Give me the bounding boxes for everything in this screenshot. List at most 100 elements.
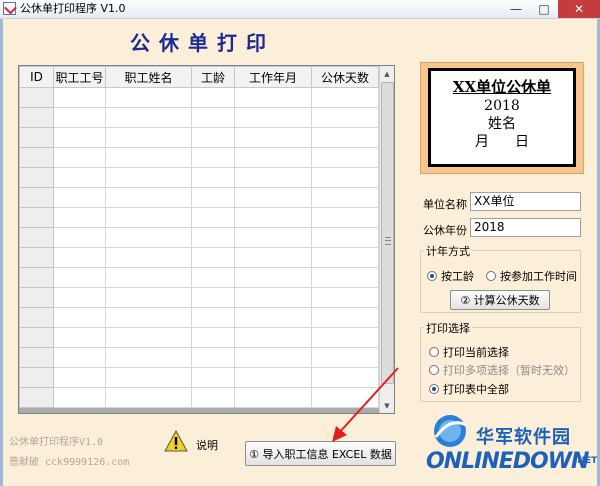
grid-cell[interactable] [234, 247, 312, 268]
grid-cell[interactable] [105, 147, 192, 168]
grid-cell[interactable] [105, 187, 192, 208]
grid-cell[interactable] [105, 207, 192, 228]
row-header-cell[interactable] [19, 247, 54, 268]
grid-cell[interactable] [311, 87, 379, 108]
row-header-cell[interactable] [19, 287, 54, 308]
grid-cell[interactable] [311, 167, 379, 188]
grid-cell[interactable] [53, 87, 106, 108]
grid-cell[interactable] [53, 347, 106, 368]
grid-cell[interactable] [234, 307, 312, 328]
table-row[interactable] [19, 87, 379, 108]
grid-cell[interactable] [234, 367, 312, 388]
grid-cell[interactable] [234, 227, 312, 248]
col-header-employee-name[interactable]: 职工姓名 [105, 66, 192, 88]
grid-cell[interactable] [311, 147, 379, 168]
leave-year-input[interactable]: 2018 [470, 218, 581, 237]
col-header-employee-no[interactable]: 职工工号 [53, 66, 106, 88]
row-header-cell[interactable] [19, 147, 54, 168]
table-row[interactable] [19, 327, 379, 348]
grid-cell[interactable] [105, 127, 192, 148]
grid-cell[interactable] [105, 247, 192, 268]
row-header-cell[interactable] [19, 167, 54, 188]
warning-icon[interactable] [164, 430, 188, 452]
grid-cell[interactable] [105, 107, 192, 128]
table-row[interactable] [19, 207, 379, 228]
row-header-cell[interactable] [19, 327, 54, 348]
grid-cell[interactable] [191, 387, 235, 408]
radio-print-all[interactable]: 打印表中全部 [429, 381, 509, 397]
row-header-cell[interactable] [19, 207, 54, 228]
grid-cell[interactable] [191, 327, 235, 348]
grid-cell[interactable] [105, 227, 192, 248]
unit-name-input[interactable]: XX单位 [470, 192, 581, 211]
table-row[interactable] [19, 187, 379, 208]
close-button[interactable]: ✕ [558, 0, 600, 18]
calc-leave-days-button[interactable]: ② 计算公休天数 [450, 290, 550, 310]
grid-cell[interactable] [311, 267, 379, 288]
grid-cell[interactable] [105, 387, 192, 408]
grid-cell[interactable] [311, 327, 379, 348]
table-row[interactable] [19, 107, 379, 128]
row-header-cell[interactable] [19, 87, 54, 108]
grid-cell[interactable] [105, 367, 192, 388]
grid-cell[interactable] [234, 167, 312, 188]
table-row[interactable] [19, 127, 379, 148]
col-header-leave-days[interactable]: 公休天数 [311, 66, 379, 88]
grid-cell[interactable] [105, 87, 192, 108]
grid-cell[interactable] [234, 147, 312, 168]
table-row[interactable] [19, 287, 379, 308]
grid-cell[interactable] [311, 307, 379, 328]
grid-cell[interactable] [105, 167, 192, 188]
grid-cell[interactable] [191, 127, 235, 148]
row-header-cell[interactable] [19, 307, 54, 328]
grid-cell[interactable] [105, 287, 192, 308]
row-header-cell[interactable] [19, 227, 54, 248]
table-row[interactable] [19, 167, 379, 188]
grid-cell[interactable] [234, 327, 312, 348]
table-row[interactable] [19, 267, 379, 288]
grid-cell[interactable] [311, 107, 379, 128]
grid-cell[interactable] [311, 227, 379, 248]
grid-cell[interactable] [311, 207, 379, 228]
grid-cell[interactable] [53, 127, 106, 148]
row-header-cell[interactable] [19, 347, 54, 368]
grid-cell[interactable] [53, 247, 106, 268]
grid-cell[interactable] [234, 187, 312, 208]
radio-by-join-date[interactable]: 按参加工作时间 [486, 268, 577, 284]
grid-cell[interactable] [234, 347, 312, 368]
grid-cell[interactable] [191, 367, 235, 388]
grid-cell[interactable] [234, 107, 312, 128]
grid-cell[interactable] [234, 207, 312, 228]
grid-cell[interactable] [53, 207, 106, 228]
grid-cell[interactable] [234, 127, 312, 148]
grid-cell[interactable] [53, 107, 106, 128]
row-header-cell[interactable] [19, 267, 54, 288]
grid-cell[interactable] [191, 227, 235, 248]
radio-print-multi[interactable]: 打印多项选择（暂时无效） [429, 362, 575, 378]
grid-cell[interactable] [191, 287, 235, 308]
row-header-cell[interactable] [19, 127, 54, 148]
grid-cell[interactable] [191, 147, 235, 168]
grid-cell[interactable] [53, 227, 106, 248]
grid-cell[interactable] [191, 247, 235, 268]
col-header-id[interactable]: ID [19, 66, 54, 88]
grid-cell[interactable] [191, 87, 235, 108]
col-header-seniority[interactable]: 工龄 [191, 66, 235, 88]
grid-cell[interactable] [191, 187, 235, 208]
grid-cell[interactable] [191, 167, 235, 188]
table-row[interactable] [19, 147, 379, 168]
grid-cell[interactable] [311, 127, 379, 148]
grid-cell[interactable] [53, 387, 106, 408]
row-header-cell[interactable] [19, 387, 54, 408]
scroll-thumb[interactable] [381, 82, 394, 384]
grid-cell[interactable] [191, 347, 235, 368]
scroll-up-icon[interactable]: ▲ [380, 66, 394, 81]
grid-cell[interactable] [105, 267, 192, 288]
grid-cell[interactable] [234, 267, 312, 288]
table-row[interactable] [19, 227, 379, 248]
minimize-button[interactable]: — [502, 0, 530, 18]
radio-print-current[interactable]: 打印当前选择 [429, 344, 509, 360]
grid-cell[interactable] [311, 187, 379, 208]
row-header-cell[interactable] [19, 107, 54, 128]
row-header-cell[interactable] [19, 367, 54, 388]
